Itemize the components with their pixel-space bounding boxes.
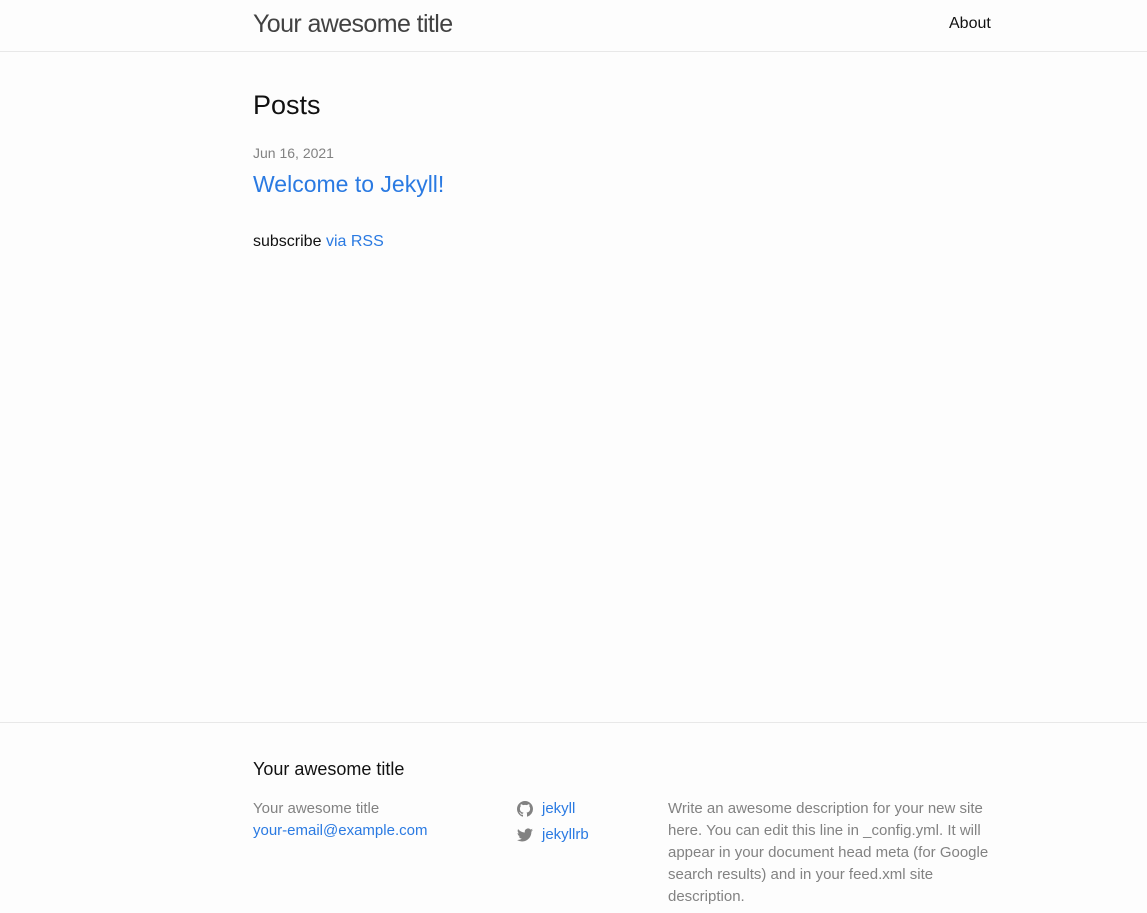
rss-prefix: subscribe — [253, 233, 322, 250]
social-item-github: jekyll — [517, 796, 589, 822]
post-date: Jun 16, 2021 — [253, 145, 334, 161]
footer-social: jekyll jekyllrb — [517, 796, 589, 848]
footer-heading: Your awesome title — [253, 759, 405, 779]
nav-link-about[interactable]: About — [949, 14, 991, 34]
footer-email-link[interactable]: your-email@example.com — [253, 822, 427, 839]
footer-contact: Your awesome title your-email@example.co… — [253, 798, 427, 842]
github-link[interactable]: jekyll — [542, 796, 575, 822]
site-footer: Your awesome title Your awesome title yo… — [0, 722, 1147, 913]
footer-site-name: Your awesome title — [253, 800, 380, 817]
page-heading: Posts — [253, 90, 321, 120]
twitter-link[interactable]: jekyllrb — [542, 822, 589, 848]
social-item-twitter: jekyllrb — [517, 822, 589, 848]
site-title-link[interactable]: Your awesome title — [253, 9, 453, 39]
post-title-link[interactable]: Welcome to Jekyll! — [253, 169, 444, 199]
github-icon — [517, 801, 533, 817]
rss-subscribe: subscribe via RSS — [253, 232, 384, 252]
twitter-icon — [517, 828, 533, 842]
rss-link[interactable]: via RSS — [326, 233, 384, 250]
site-header: Your awesome title About — [0, 0, 1147, 52]
footer-description: Write an awesome description for your ne… — [668, 800, 989, 905]
